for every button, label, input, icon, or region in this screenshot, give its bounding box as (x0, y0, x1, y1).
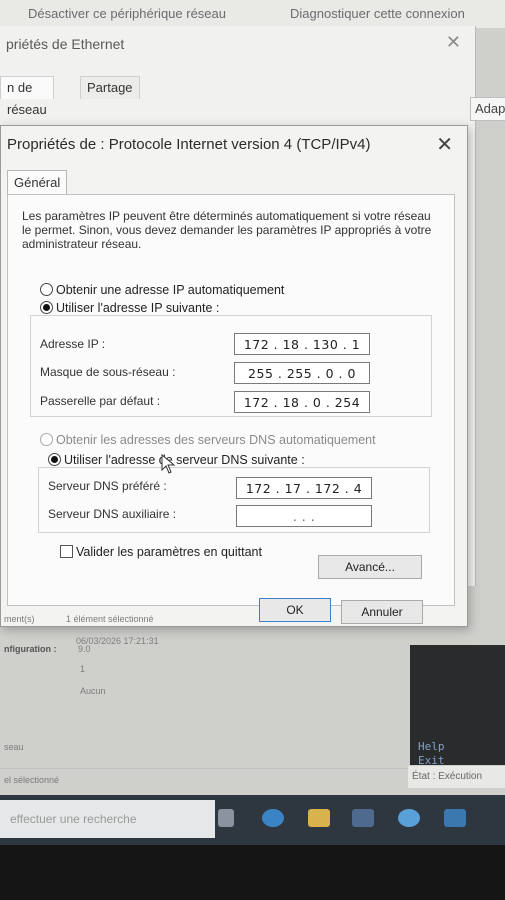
diagnose-connection-link[interactable]: Diagnostiquer cette connexion (290, 6, 465, 21)
ip-auto-option[interactable]: Obtenir une adresse IP automatiquement (40, 283, 284, 297)
checkbox-icon[interactable] (60, 545, 73, 558)
radio-icon[interactable] (40, 283, 53, 296)
network-app-icon[interactable] (398, 809, 420, 827)
dns-alternate-label: Serveur DNS auxiliaire : (48, 507, 177, 521)
validate-label: Valider les paramètres en quittant (76, 545, 262, 559)
ip-address-label: Adresse IP : (40, 337, 106, 351)
value-none: Aucun (80, 686, 106, 696)
dns-alternate-field[interactable]: . . . (236, 505, 372, 527)
ip-auto-label: Obtenir une adresse IP automatiquement (56, 283, 285, 297)
dialog-title: Propriétés de : Protocole Internet versi… (7, 136, 371, 153)
dns-auto-option[interactable]: Obtenir les adresses des serveurs DNS au… (40, 433, 376, 447)
state-label: État : Exécution (408, 766, 505, 788)
ipv4-properties-dialog: Propriétés de : Protocole Internet versi… (0, 125, 468, 627)
value-one: 1 (80, 664, 86, 674)
general-panel: Les paramètres IP peuvent être déterminé… (7, 194, 455, 606)
ip-manual-option[interactable]: Utiliser l'adresse IP suivante : (40, 301, 219, 315)
radio-selected-icon[interactable] (40, 301, 53, 314)
items-label: ment(s) (4, 614, 35, 624)
description-text: Les paramètres IP peuvent être déterminé… (22, 209, 432, 251)
network-label: seau (4, 742, 24, 752)
advanced-button[interactable]: Avancé... (318, 555, 422, 579)
calendar-app-icon[interactable] (352, 809, 374, 827)
dns-preferred-field[interactable]: 172 . 17 . 172 . 4 (236, 477, 372, 499)
ip-address-field[interactable]: 172 . 18 . 130 . 1 (234, 333, 370, 355)
dns-preferred-label: Serveur DNS préféré : (48, 479, 167, 493)
config-value: 9.0 (78, 644, 91, 654)
mouse-cursor-icon (161, 454, 176, 474)
ethernet-window-title: priétés de Ethernet (6, 36, 125, 52)
details-pane: ment(s) 1 élément sélectionné 06/03/2026… (0, 600, 410, 790)
file-explorer-icon[interactable] (308, 809, 330, 827)
subnet-mask-label: Masque de sous-réseau : (40, 365, 176, 379)
status-bar: el sélectionné (0, 768, 410, 789)
search-input[interactable]: effectuer une recherche (0, 800, 215, 838)
close-icon[interactable]: ✕ (436, 132, 453, 157)
close-icon[interactable]: ✕ (446, 32, 461, 53)
task-view-icon[interactable] (218, 809, 234, 827)
status-selected: el sélectionné (4, 775, 60, 785)
radio-icon[interactable] (40, 433, 53, 446)
dns-manual-label: Utiliser l'adresse de serveur DNS suivan… (64, 453, 305, 467)
tab-general[interactable]: Général (7, 170, 68, 195)
edge-browser-icon[interactable] (262, 809, 284, 827)
monitor-bezel (0, 845, 505, 900)
app-icon[interactable] (444, 809, 466, 827)
tab-sharing[interactable]: Partage (80, 76, 140, 99)
selected-count: 1 élément sélectionné (66, 614, 154, 624)
adapt-button[interactable]: Adapt (470, 97, 505, 121)
ip-manual-label: Utiliser l'adresse IP suivante : (56, 301, 220, 315)
subnet-mask-field[interactable]: 255 . 255 . 0 . 0 (234, 362, 370, 384)
dns-auto-label: Obtenir les adresses des serveurs DNS au… (56, 433, 376, 447)
explorer-command-bar: Désactiver ce périphérique réseau Diagno… (0, 0, 505, 28)
disable-device-link[interactable]: Désactiver ce périphérique réseau (28, 6, 226, 21)
help-command[interactable]: Help (418, 740, 445, 753)
screen: Désactiver ce périphérique réseau Diagno… (0, 0, 505, 845)
radio-selected-icon[interactable] (48, 453, 61, 466)
config-label: nfiguration : (4, 644, 57, 654)
gateway-label: Passerelle par défaut : (40, 394, 161, 408)
tab-network[interactable]: n de réseau (0, 76, 54, 117)
gateway-field[interactable]: 172 . 18 . 0 . 254 (234, 391, 370, 413)
validate-option[interactable]: Valider les paramètres en quittant (60, 545, 262, 559)
